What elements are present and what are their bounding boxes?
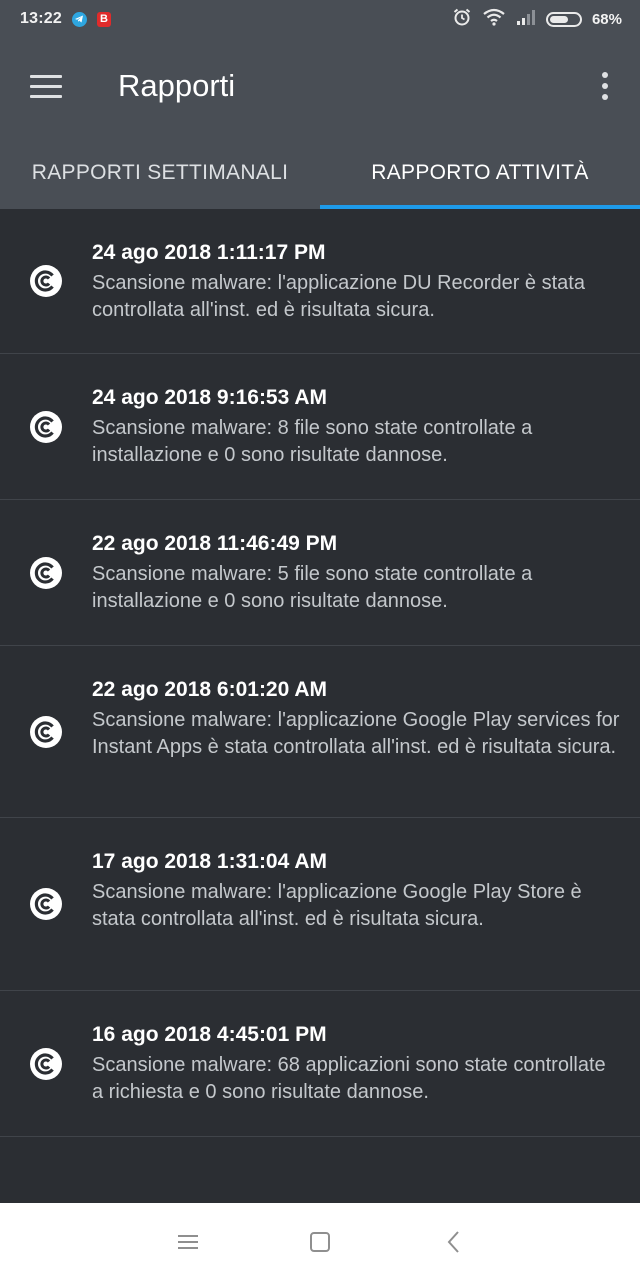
report-date: 24 ago 2018 9:16:53 AM [92,386,328,409]
list-item[interactable]: 24 ago 2018 1:11:17 PM Scansione malware… [0,209,640,354]
report-date: 22 ago 2018 6:01:20 AM [92,678,328,701]
report-date: 17 ago 2018 1:31:04 AM [92,850,328,873]
report-list: 24 ago 2018 1:11:17 PM Scansione malware… [0,209,640,1137]
report-description: Scansione malware: l'applicazione DU Rec… [92,272,585,321]
report-description: Scansione malware: l'applicazione Google… [92,881,582,930]
status-right: 68% [452,7,622,32]
list-item[interactable]: 22 ago 2018 11:46:49 PM Scansione malwar… [0,500,640,646]
status-time: 13:22 [20,10,62,27]
report-description: Scansione malware: 68 applicazioni sono … [92,1054,606,1103]
status-bar: 13:22 B 68% [0,0,640,38]
app-bar: Rapporti [0,38,640,136]
report-description: Scansione malware: l'applicazione Google… [92,709,620,758]
scan-shield-icon [28,409,64,445]
screen: 13:22 B 68% Rapporti RAPPORTI SETTIMANAL… [0,0,640,1280]
report-date: 16 ago 2018 4:45:01 PM [92,1023,327,1046]
overflow-menu-icon[interactable] [590,66,620,106]
list-item[interactable]: 17 ago 2018 1:31:04 AM Scansione malware… [0,818,640,991]
scan-shield-icon [28,263,64,299]
report-date: 24 ago 2018 1:11:17 PM [92,241,326,264]
navigation-bar [0,1203,640,1280]
tab-bar: RAPPORTI SETTIMANALI RAPPORTO ATTIVITÀ [0,136,640,209]
scan-shield-icon [28,886,64,922]
report-description: Scansione malware: 5 file sono state con… [92,563,533,612]
scan-shield-icon [28,714,64,750]
alarm-icon [452,7,472,32]
page-title: Rapporti [118,68,236,103]
home-icon[interactable] [303,1225,337,1259]
report-date: 22 ago 2018 11:46:49 PM [92,532,338,555]
battery-fill [549,15,568,23]
scan-shield-icon [28,555,64,591]
list-item[interactable]: 16 ago 2018 4:45:01 PM Scansione malware… [0,991,640,1137]
wifi-icon [482,8,506,31]
back-icon[interactable] [437,1225,471,1259]
tab-activity-report[interactable]: RAPPORTO ATTIVITÀ [320,136,640,209]
battery-percent: 68% [591,10,622,28]
battery-icon [545,11,582,27]
menu-icon[interactable] [24,64,68,108]
tab-weekly-reports[interactable]: RAPPORTI SETTIMANALI [0,136,320,209]
report-description: Scansione malware: 8 file sono state con… [92,417,533,466]
b-app-icon: B [96,11,111,27]
status-left: 13:22 B [20,10,111,28]
telegram-icon [71,11,87,27]
list-item[interactable]: 22 ago 2018 6:01:20 AM Scansione malware… [0,646,640,818]
list-item[interactable]: 24 ago 2018 9:16:53 AM Scansione malware… [0,354,640,500]
recents-icon[interactable] [171,1225,205,1259]
scan-shield-icon [28,1046,64,1082]
signal-icon [516,9,536,30]
